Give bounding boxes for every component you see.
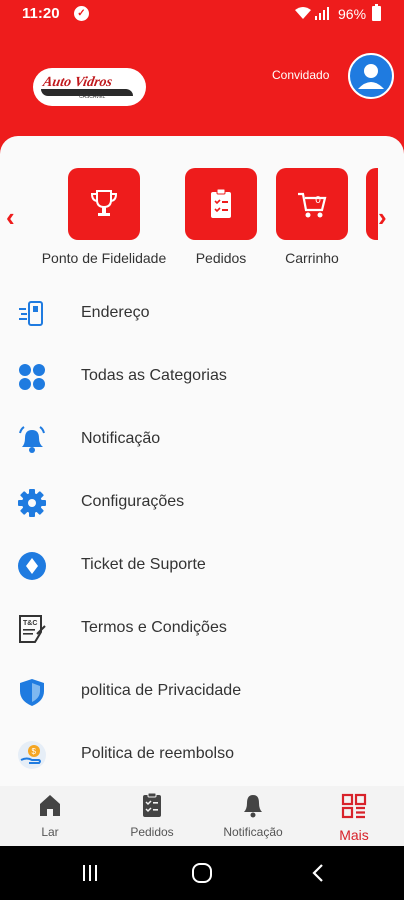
shield-icon xyxy=(17,677,47,707)
battery-icon xyxy=(372,4,381,21)
nav-home[interactable]: Lar xyxy=(30,792,70,839)
svg-text:$: $ xyxy=(32,747,37,756)
quick-action-partial[interactable] xyxy=(366,168,378,240)
home-button-icon[interactable] xyxy=(191,862,213,884)
bell-icon xyxy=(17,425,47,455)
carousel-prev-button[interactable]: ‹ xyxy=(6,202,15,233)
quick-action-loyalty[interactable]: Ponto de Fidelidade xyxy=(32,168,176,266)
categories-icon xyxy=(17,362,47,392)
recents-icon[interactable] xyxy=(80,863,100,883)
carousel-next-button[interactable]: › xyxy=(378,202,387,233)
refund-icon: $ xyxy=(17,740,47,770)
wifi-icon xyxy=(295,7,311,19)
more-grid-icon xyxy=(341,793,367,819)
terms-icon: T&C xyxy=(17,614,47,644)
svg-text:T&C: T&C xyxy=(23,620,37,627)
signal-icon xyxy=(315,7,329,20)
back-icon[interactable] xyxy=(308,862,328,884)
menu-item-notification[interactable]: Notificação xyxy=(0,415,404,465)
brand-logo: Auto Vidros CASCAVEL xyxy=(33,68,146,106)
bell-icon xyxy=(244,795,262,818)
user-avatar[interactable] xyxy=(348,53,394,99)
home-icon xyxy=(40,795,60,816)
status-time: 11:20 xyxy=(22,5,60,22)
clipboard-icon xyxy=(211,188,231,218)
cart-badge: 0 xyxy=(315,194,321,206)
bottom-navigation: Lar Pedidos Notificação Mais xyxy=(0,786,404,846)
menu-item-refund[interactable]: $ Politica de reembolso xyxy=(0,730,404,780)
menu-item-terms[interactable]: T&C Termos e Condições xyxy=(0,604,404,654)
user-icon xyxy=(358,64,384,89)
nav-notification[interactable]: Notificação xyxy=(213,792,293,839)
guest-label: Convidado xyxy=(272,68,330,82)
menu-item-support-ticket[interactable]: Ticket de Suporte xyxy=(0,541,404,591)
orders-icon xyxy=(143,792,161,817)
gear-icon xyxy=(17,488,47,518)
battery-level: 96% xyxy=(338,6,367,22)
quick-action-orders[interactable]: Pedidos xyxy=(185,168,257,266)
support-ticket-icon xyxy=(17,551,47,581)
nav-orders[interactable]: Pedidos xyxy=(122,792,182,839)
nav-more[interactable]: Mais xyxy=(330,792,378,843)
menu-item-privacy[interactable]: politica de Privacidade xyxy=(0,667,404,717)
check-icon: ✓ xyxy=(74,6,89,21)
menu-item-categories[interactable]: Todas as Categorias xyxy=(0,352,404,402)
address-icon xyxy=(17,299,47,329)
system-navigation-bar xyxy=(0,846,404,900)
trophy-icon xyxy=(90,190,118,216)
menu-item-settings[interactable]: Configurações xyxy=(0,478,404,528)
quick-action-cart[interactable]: 0 Carrinho xyxy=(276,168,348,266)
status-bar: 11:20 ✓ 96% xyxy=(0,0,404,28)
cart-icon xyxy=(298,192,327,218)
menu-item-address[interactable]: Endereço xyxy=(0,289,404,339)
